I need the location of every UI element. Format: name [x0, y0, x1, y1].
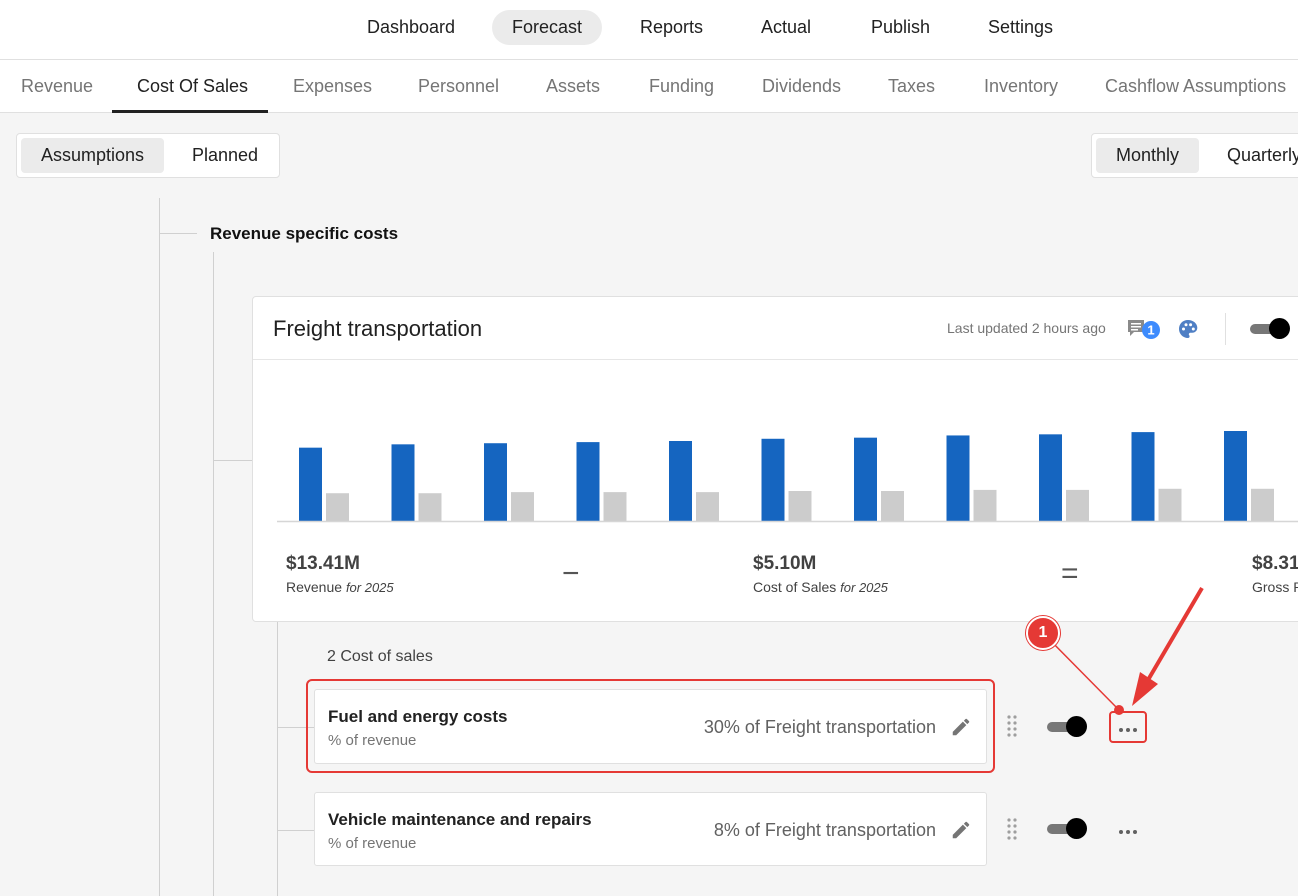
tab-inventory[interactable]: Inventory [984, 76, 1058, 97]
drag-handle-icon[interactable] [1006, 817, 1018, 843]
revenue-bar [1224, 431, 1247, 521]
cost-bar [788, 491, 812, 521]
cost-bar [696, 492, 719, 521]
cost-row-maintenance[interactable]: Vehicle maintenance and repairs % of rev… [314, 792, 987, 866]
tree-line [213, 460, 253, 461]
tab-funding[interactable]: Funding [649, 76, 714, 97]
cost-bar [1066, 489, 1089, 521]
revenue-stream-card: Freight transportation Last updated 2 ho… [252, 296, 1298, 622]
revenue-bar [669, 441, 692, 521]
planned-option[interactable]: Planned [172, 138, 278, 173]
revenue-label: Revenue for 2025 [286, 579, 394, 595]
equals-operator: = [1061, 557, 1079, 590]
minus-operator: − [562, 557, 580, 590]
gross-profit-label: Gross P [1252, 579, 1298, 595]
cost-type: % of revenue [328, 835, 417, 852]
top-nav: Dashboard Forecast Reports Actual Publis… [0, 0, 1298, 60]
revenue-bar [484, 443, 507, 521]
revenue-bar [576, 442, 600, 521]
tab-revenue[interactable]: Revenue [21, 76, 93, 97]
gross-profit-total: $8.31 [1252, 553, 1298, 574]
last-updated-text: Last updated 2 hours ago [947, 320, 1106, 336]
active-tab-indicator [112, 110, 268, 113]
cost-bar [1251, 488, 1274, 521]
cost-bar [326, 493, 349, 521]
tab-personnel[interactable]: Personnel [418, 76, 499, 97]
more-options-icon[interactable] [1116, 824, 1140, 834]
nav-actual[interactable]: Actual [741, 10, 831, 45]
revenue-bar [761, 438, 785, 521]
annotation-highlight-row [306, 679, 995, 773]
drag-handle-icon[interactable] [1006, 714, 1018, 740]
pencil-icon[interactable] [950, 819, 972, 841]
period-toggle: Monthly Quarterly [1091, 133, 1298, 178]
revenue-label-text: Revenue [286, 579, 343, 595]
cost-chart [277, 431, 1298, 523]
cost-bar [418, 493, 442, 521]
annotation-step-badge: 1 [1026, 616, 1060, 650]
cost-bar [511, 492, 534, 521]
tree-line [159, 198, 160, 896]
cost-toggle-fuel[interactable] [1047, 716, 1087, 738]
tree-line [277, 830, 314, 831]
revenue-bar [299, 447, 322, 521]
tab-assets[interactable]: Assets [546, 76, 600, 97]
nav-dashboard[interactable]: Dashboard [347, 10, 475, 45]
cost-bar [973, 489, 997, 521]
tree-line [213, 252, 214, 896]
comment-count: 1 [1147, 323, 1154, 338]
cost-of-sales-label: Cost of Sales for 2025 [753, 579, 888, 595]
sub-tabs: Revenue Cost Of Sales Expenses Personnel… [0, 60, 1298, 113]
revenue-bar [391, 444, 415, 521]
cost-count-label: 2 Cost of sales [327, 648, 433, 665]
cost-name: Vehicle maintenance and repairs [328, 810, 592, 829]
tab-cashflow-assumptions[interactable]: Cashflow Assumptions [1105, 76, 1286, 97]
revenue-total: $13.41M [286, 553, 360, 574]
revenue-bar [1131, 432, 1155, 521]
cost-bar [881, 491, 904, 521]
palette-icon[interactable] [1177, 318, 1199, 340]
nav-publish[interactable]: Publish [851, 10, 950, 45]
view-toggle: Assumptions Planned [16, 133, 280, 178]
card-title: Freight transportation [273, 316, 483, 341]
card-enable-toggle[interactable] [1250, 318, 1290, 340]
cost-toggle-maintenance[interactable] [1047, 818, 1087, 840]
comment-icon[interactable]: 1 [1127, 317, 1163, 343]
tab-cost-of-sales[interactable]: Cost Of Sales [137, 76, 248, 97]
tree-line [159, 233, 197, 234]
revenue-bar [1039, 434, 1062, 521]
cost-value: 8% of Freight transportation [713, 820, 936, 840]
tab-dividends[interactable]: Dividends [762, 76, 841, 97]
tree-line [277, 622, 278, 896]
assumptions-option[interactable]: Assumptions [21, 138, 165, 173]
revenue-bar [946, 435, 970, 521]
cost-of-sales-total: $5.10M [753, 553, 817, 574]
nav-forecast[interactable]: Forecast [492, 10, 603, 45]
monthly-option[interactable]: Monthly [1096, 138, 1200, 173]
quarterly-option[interactable]: Quarterly [1207, 138, 1298, 173]
cos-year: for 2025 [840, 580, 888, 595]
annotation-highlight-more [1109, 711, 1147, 743]
tab-expenses[interactable]: Expenses [293, 76, 372, 97]
card-header: Freight transportation Last updated 2 ho… [253, 297, 1298, 360]
header-divider [1225, 313, 1226, 345]
cost-bar [1158, 488, 1182, 521]
nav-settings[interactable]: Settings [968, 10, 1073, 45]
cost-bar [603, 492, 627, 521]
tab-taxes[interactable]: Taxes [888, 76, 935, 97]
revenue-bar [854, 437, 877, 521]
section-title: Revenue specific costs [210, 224, 399, 243]
nav-reports[interactable]: Reports [620, 10, 723, 45]
revenue-year: for 2025 [345, 580, 394, 595]
cos-label-text: Cost of Sales [753, 579, 837, 595]
